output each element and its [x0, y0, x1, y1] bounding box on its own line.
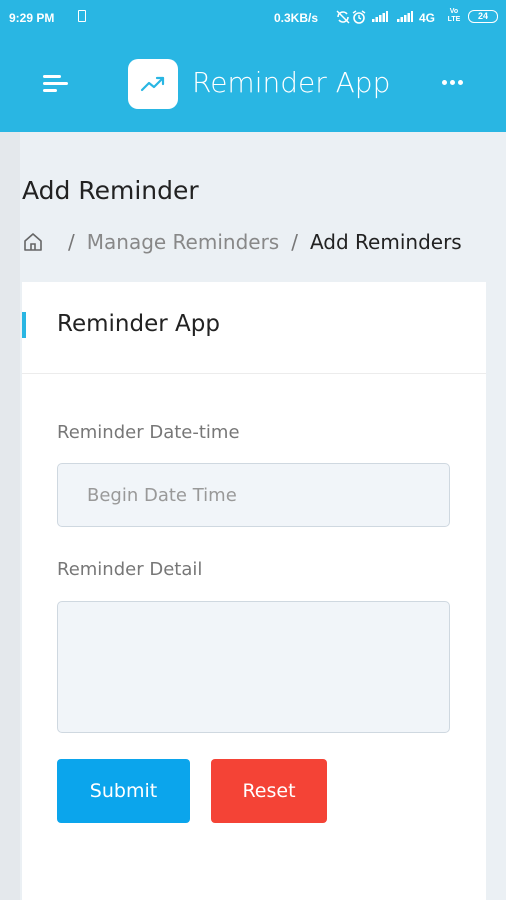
alarm-icon	[352, 10, 366, 24]
detail-label: Reminder Detail	[57, 559, 203, 580]
sidebar-edge	[0, 132, 20, 900]
menu-icon[interactable]	[40, 72, 70, 96]
breadcrumb-separator: /	[68, 230, 75, 254]
card-title: Reminder App	[57, 311, 220, 337]
reminder-form-card: Reminder App Reminder Date-time Begin Da…	[22, 282, 486, 900]
breadcrumb-separator: /	[291, 230, 298, 254]
card-accent	[22, 312, 26, 338]
signal-icon	[372, 11, 388, 22]
sync-icon	[336, 10, 350, 24]
battery-icon: 24	[468, 10, 498, 23]
datetime-input[interactable]: Begin Date Time	[57, 463, 450, 527]
page-title: Add Reminder	[22, 176, 199, 205]
reset-button[interactable]: Reset	[211, 759, 327, 823]
home-icon[interactable]	[22, 231, 44, 253]
app-bar: Reminder App	[0, 34, 506, 132]
status-time: 9:29 PM	[9, 11, 55, 25]
volte-bottom: LTE	[447, 16, 461, 23]
trend-up-icon	[140, 76, 165, 92]
network-speed: 0.3KB/s	[274, 11, 319, 25]
breadcrumb-current: Add Reminders	[309, 230, 462, 254]
volte-top: Vo	[449, 8, 459, 15]
datetime-placeholder: Begin Date Time	[87, 484, 237, 506]
status-bar: 9:29 PM 0.3KB/s 4G Vo LTE 24	[0, 0, 506, 34]
more-icon[interactable]	[440, 76, 466, 90]
sim-icon	[78, 10, 86, 22]
network-type: 4G	[419, 11, 436, 25]
signal-icon	[397, 11, 413, 22]
detail-textarea[interactable]	[57, 601, 450, 733]
app-title: Reminder App	[192, 66, 391, 99]
volte-icon: Vo LTE	[446, 8, 462, 24]
breadcrumb-manage-reminders[interactable]: Manage Reminders	[87, 230, 279, 254]
submit-button[interactable]: Submit	[57, 759, 190, 823]
app-logo	[128, 59, 178, 109]
datetime-label: Reminder Date-time	[57, 422, 240, 443]
breadcrumb: / Manage Reminders / Add Reminders	[22, 228, 462, 256]
card-header: Reminder App	[22, 282, 486, 374]
